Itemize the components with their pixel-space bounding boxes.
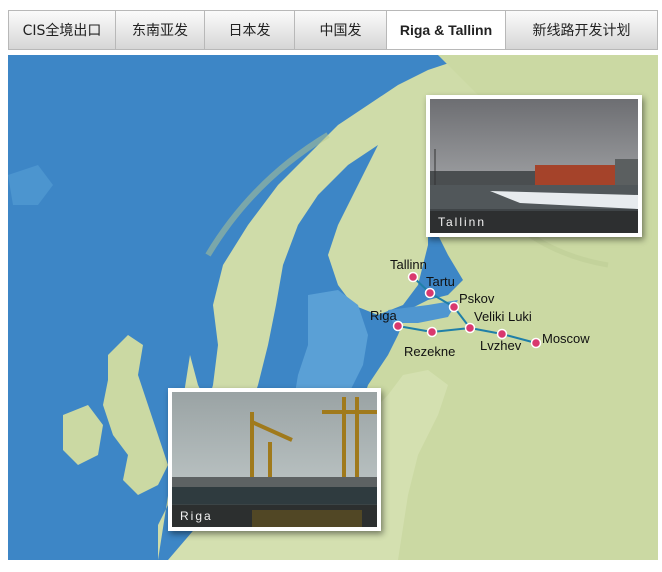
city-label-lvzhev: Lvzhev xyxy=(480,338,522,353)
city-marker-tallinn[interactable] xyxy=(407,271,419,283)
tab-china[interactable]: 中国发 xyxy=(295,11,387,49)
tab-southeast-asia[interactable]: 东南亚发 xyxy=(116,11,205,49)
tallinn-photo-caption: Tallinn xyxy=(430,211,638,233)
tab-riga-tallinn[interactable]: Riga & Tallinn xyxy=(387,11,506,49)
city-label-tartu: Tartu xyxy=(426,274,455,289)
riga-photo[interactable]: Riga xyxy=(168,388,381,531)
tab-bar: CIS全境出口 东南亚发 日本发 中国发 Riga & Tallinn 新线路开… xyxy=(8,10,658,50)
city-marker-rezekne[interactable] xyxy=(426,326,438,338)
city-label-tallinn: Tallinn xyxy=(390,257,427,272)
tab-japan[interactable]: 日本发 xyxy=(205,11,295,49)
tab-new-route-plan[interactable]: 新线路开发计划 xyxy=(506,11,657,49)
city-marker-veliki-luki[interactable] xyxy=(464,322,476,334)
city-label-veliki-luki: Veliki Luki xyxy=(474,309,532,324)
city-marker-moscow[interactable] xyxy=(530,337,542,349)
city-label-moscow: Moscow xyxy=(542,331,590,346)
city-label-pskov: Pskov xyxy=(459,291,495,306)
city-marker-tartu[interactable] xyxy=(424,287,436,299)
route-map: Tallinn Tartu Pskov Riga Rezekne Veliki … xyxy=(8,55,658,560)
city-label-riga: Riga xyxy=(370,308,397,323)
route-segment xyxy=(430,293,432,332)
route-segment xyxy=(431,327,471,333)
tab-cis-export[interactable]: CIS全境出口 xyxy=(9,11,116,49)
tallinn-photo-image: Tallinn xyxy=(430,99,638,233)
city-marker-pskov[interactable] xyxy=(448,301,460,313)
riga-photo-caption: Riga xyxy=(172,505,377,527)
riga-photo-image: Riga xyxy=(172,392,377,527)
city-label-rezekne: Rezekne xyxy=(404,344,456,359)
tallinn-photo[interactable]: Tallinn xyxy=(426,95,642,237)
